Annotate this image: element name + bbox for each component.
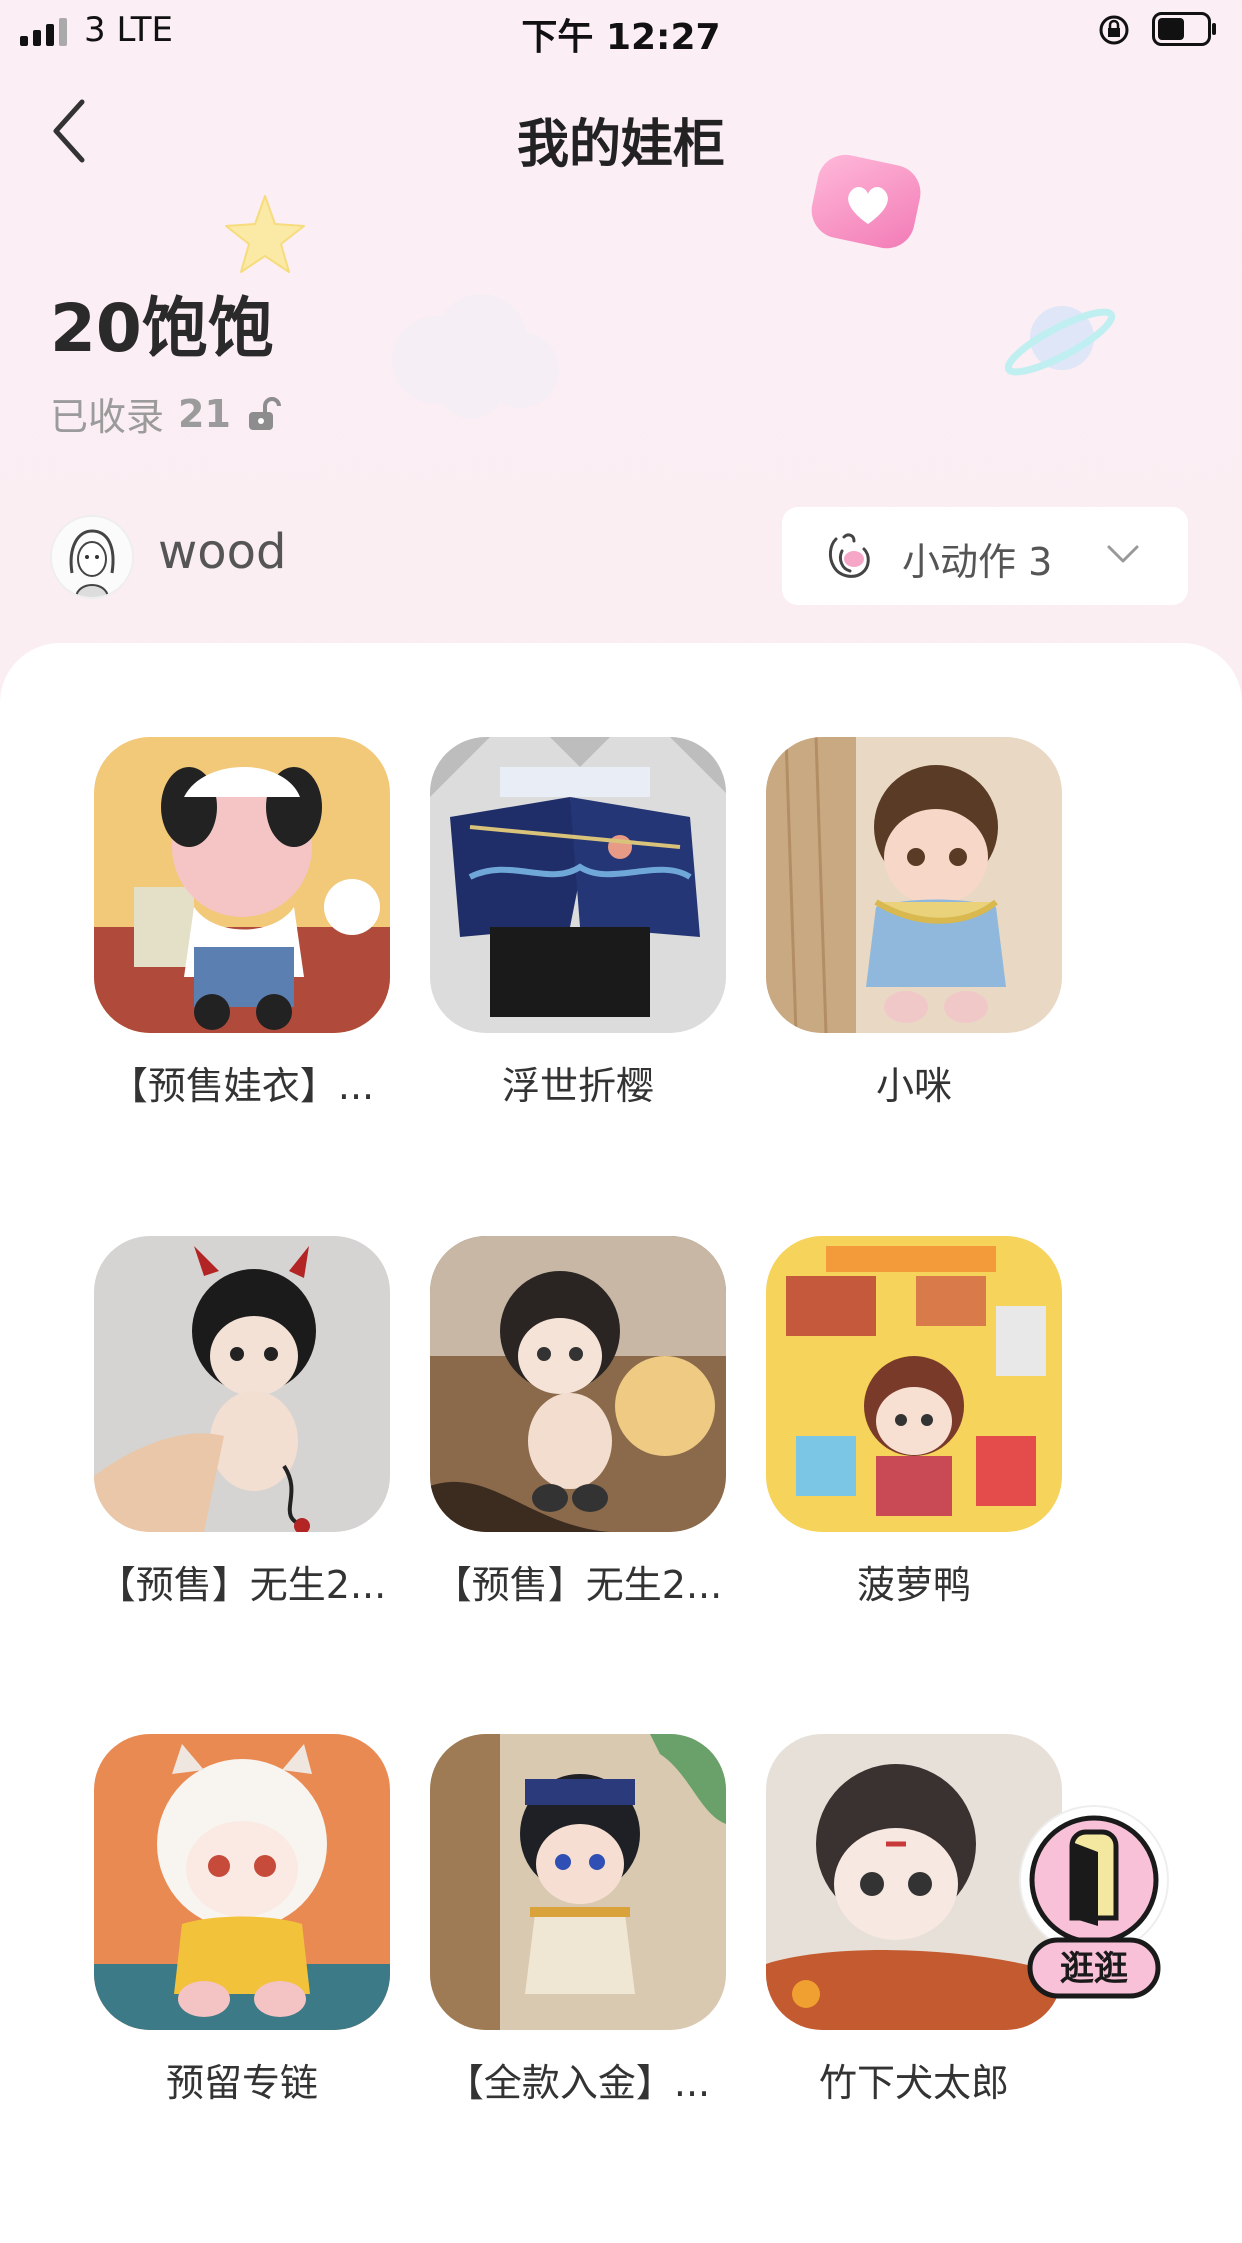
battery-icon [1152,12,1216,46]
doll-photo-icon [766,737,1062,1033]
doll-photo-icon [94,1734,390,2030]
page-title: 我的娃柜 [516,115,725,175]
item-label: 浮世折樱 [501,1064,654,1108]
rotation-lock-icon [1099,15,1129,45]
item-thumbnail[interactable] [94,737,390,1033]
owner-name[interactable]: wood [158,524,286,580]
item-thumbnail[interactable] [430,1734,726,2030]
item-label: 【预售】无生2... [97,1563,387,1607]
item-thumbnail[interactable] [94,1236,390,1532]
item-thumbnail[interactable] [766,737,1062,1033]
item-label: 【全款入金】... [445,2061,711,2105]
action-label: 小动作 3 [902,540,1053,584]
status-time: 下午 12:27 [521,17,721,58]
item-label: 预留专链 [165,2061,318,2105]
doll-photo-icon [94,1236,390,1532]
item-label: 竹下犬太郎 [818,2061,1009,2105]
doll-photo-icon [430,1734,726,2030]
item-label: 菠萝鸭 [856,1563,971,1607]
action-hand-icon [828,533,870,578]
cloud-sticker-icon [392,294,559,419]
action-dropdown[interactable]: 小动作 3 [782,507,1188,605]
status-bar: 3 LTE 下午 12:27 [0,0,1242,62]
avatar-sketch-icon [52,517,132,597]
planet-sticker-icon [1004,306,1116,376]
doll-photo-icon [430,1236,726,1532]
item-thumbnail[interactable] [766,1236,1062,1532]
collected-count-row: 已收录 21 [50,386,281,441]
owner-avatar[interactable] [50,515,134,599]
unlock-icon[interactable] [245,395,281,433]
cabinet-name: 20饱饱 [50,290,274,367]
item-label: 【预售】无生2... [433,1563,723,1607]
item-label: 【预售娃衣】... [109,1064,375,1108]
fab-label: 逛逛 [1060,1949,1128,1989]
item-thumbnail[interactable] [430,1236,726,1532]
clothing-set-photo-icon [766,1236,1062,1532]
kimono-photo-icon [430,737,726,1033]
item-thumbnail[interactable] [94,1734,390,2030]
explore-fab[interactable]: 逛逛 [1016,1802,1172,2002]
collected-label: 已收录 [50,395,165,439]
collected-count: 21 [178,391,231,436]
heart-sticker-icon [811,154,921,249]
chevron-down-icon [1107,545,1139,563]
doll-photo-icon [94,737,390,1033]
star-sticker-icon [225,195,305,273]
item-thumbnail[interactable] [430,737,726,1033]
item-label: 小咪 [875,1064,952,1108]
